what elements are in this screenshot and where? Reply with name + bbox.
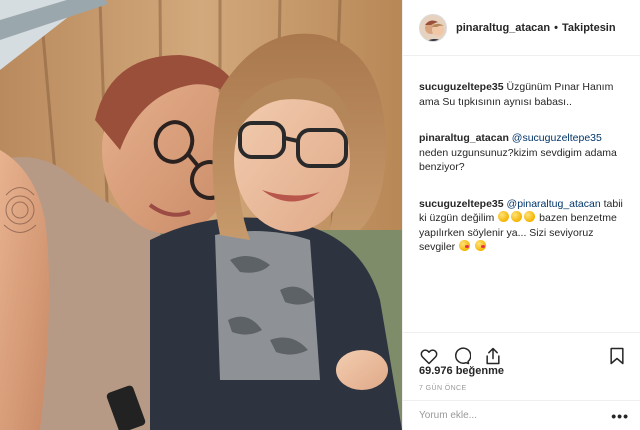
bookmark-icon [610, 347, 624, 364]
comment-mention-link[interactable]: @sucuguzeltepe35 [512, 132, 602, 144]
comment-mention-link[interactable]: @pinaraltug_atacan [507, 198, 601, 210]
header-separator: • [554, 21, 558, 34]
post-header: pinaraltug_atacan • Takiptesin [403, 0, 640, 56]
comment-username-link[interactable]: pinaraltug_atacan [419, 132, 509, 144]
comment-icon [455, 346, 471, 364]
post-photo-image [0, 0, 402, 430]
post-side-panel: pinaraltug_atacan • Takiptesin sucuguzel… [402, 0, 640, 430]
like-button[interactable] [417, 344, 441, 368]
comment-item: sucuguzeltepe35 @pinaraltug_atacan tabii… [419, 197, 629, 255]
comment-button[interactable] [449, 344, 473, 368]
kiss-emoji-icon [459, 240, 471, 251]
kiss-emoji-icon [475, 240, 487, 251]
comment-input[interactable] [419, 410, 609, 421]
smile-emoji-icon [498, 211, 510, 222]
share-icon [486, 347, 500, 364]
smile-emoji-icon [524, 211, 536, 222]
post-timestamp[interactable]: 7 GÜN ÖNCE [419, 385, 467, 392]
comment-username-link[interactable]: sucuguzeltepe35 [419, 198, 504, 210]
save-button[interactable] [605, 344, 629, 368]
add-comment-bar: ••• [403, 400, 640, 430]
comment-item: sucuguzeltepe35 Üzgünüm Pınar Hanım ama … [419, 80, 629, 109]
post-photo[interactable] [0, 0, 402, 430]
comment-item: pinaraltug_atacan @sucuguzeltepe35 neden… [419, 131, 629, 175]
heart-icon [420, 348, 438, 364]
avatar[interactable] [419, 13, 447, 42]
follow-status-button[interactable]: Takiptesin [562, 22, 616, 34]
more-options-icon[interactable]: ••• [611, 409, 629, 423]
comment-text: neden uzgunsunuz?kizim sevdigim adama be… [419, 146, 617, 174]
comment-username-link[interactable]: sucuguzeltepe35 [419, 81, 504, 93]
smile-emoji-icon [511, 211, 523, 222]
share-button[interactable] [481, 344, 505, 368]
like-count[interactable]: 69.976 beğenme [419, 365, 504, 377]
comment-list: sucuguzeltepe35 Üzgünüm Pınar Hanım ama … [419, 80, 629, 277]
post-username-link[interactable]: pinaraltug_atacan [456, 22, 550, 34]
